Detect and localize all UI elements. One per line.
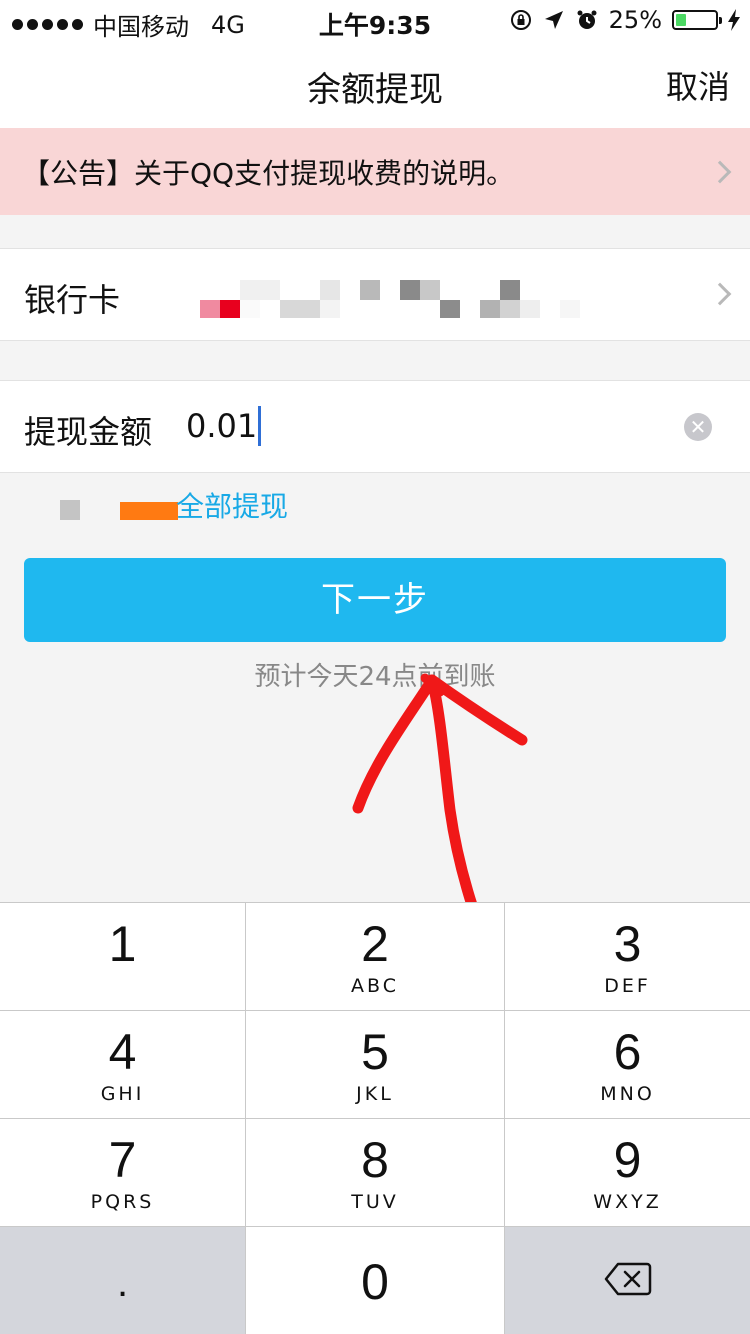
eta-text: 预计今天24点前到账 [254,662,496,692]
key-9[interactable]: 9 WXYZ [505,1119,750,1227]
cancel-button[interactable]: 取消 [666,62,730,108]
key-7[interactable]: 7 PQRS [0,1119,246,1227]
key-1[interactable]: 1 [0,903,246,1011]
battery-percent: 25% [608,6,662,34]
page-title: 余额提现 [307,70,443,110]
charging-icon [728,9,740,31]
alarm-icon [577,10,597,29]
status-bar: 中国移动 4G 上午9:35 25% [0,0,750,42]
orientation-lock-icon [510,10,531,30]
key-3[interactable]: 3 DEF [505,903,750,1011]
amount-input[interactable]: 0.01 [186,403,656,449]
delete-key[interactable] [505,1227,750,1334]
key-4[interactable]: 4 GHI [0,1011,246,1119]
chevron-right-icon [708,160,732,183]
redacted-bank-info [200,275,580,320]
key-6[interactable]: 6 MNO [505,1011,750,1119]
nav-bar: 余额提现 取消 [0,42,750,128]
withdraw-all-link[interactable]: 全部提现 [176,485,288,525]
notice-text: 【公告】关于QQ支付提现收费的说明。 [22,156,515,190]
amount-value: 0.01 [186,407,258,445]
amount-label: 提现金额 [24,413,153,451]
key-decimal[interactable]: . [0,1227,246,1334]
bank-card-label: 银行卡 [24,281,121,319]
numeric-keypad: 1 2 ABC 3 DEF 4 GHI 5 JKL 6 MNO 7 PQRS 8 TUV 9W… [0,902,750,1334]
key-2[interactable]: 2 ABC [246,903,505,1011]
amount-row: 提现金额 0.01 ✕ [0,380,750,473]
chevron-right-icon [708,282,732,306]
battery-icon [672,10,722,30]
redacted-balance [60,500,180,520]
clear-icon[interactable]: ✕ [684,413,712,441]
next-button[interactable]: 下一步 [24,558,726,642]
location-icon [544,11,563,29]
key-0[interactable]: 0 [246,1227,505,1334]
notice-banner[interactable]: 【公告】关于QQ支付提现收费的说明。 [0,128,750,215]
key-8[interactable]: 8 TUV [246,1119,505,1227]
backspace-icon [604,1262,651,1296]
text-caret [258,406,262,446]
key-5[interactable]: 5 JKL [246,1011,505,1119]
